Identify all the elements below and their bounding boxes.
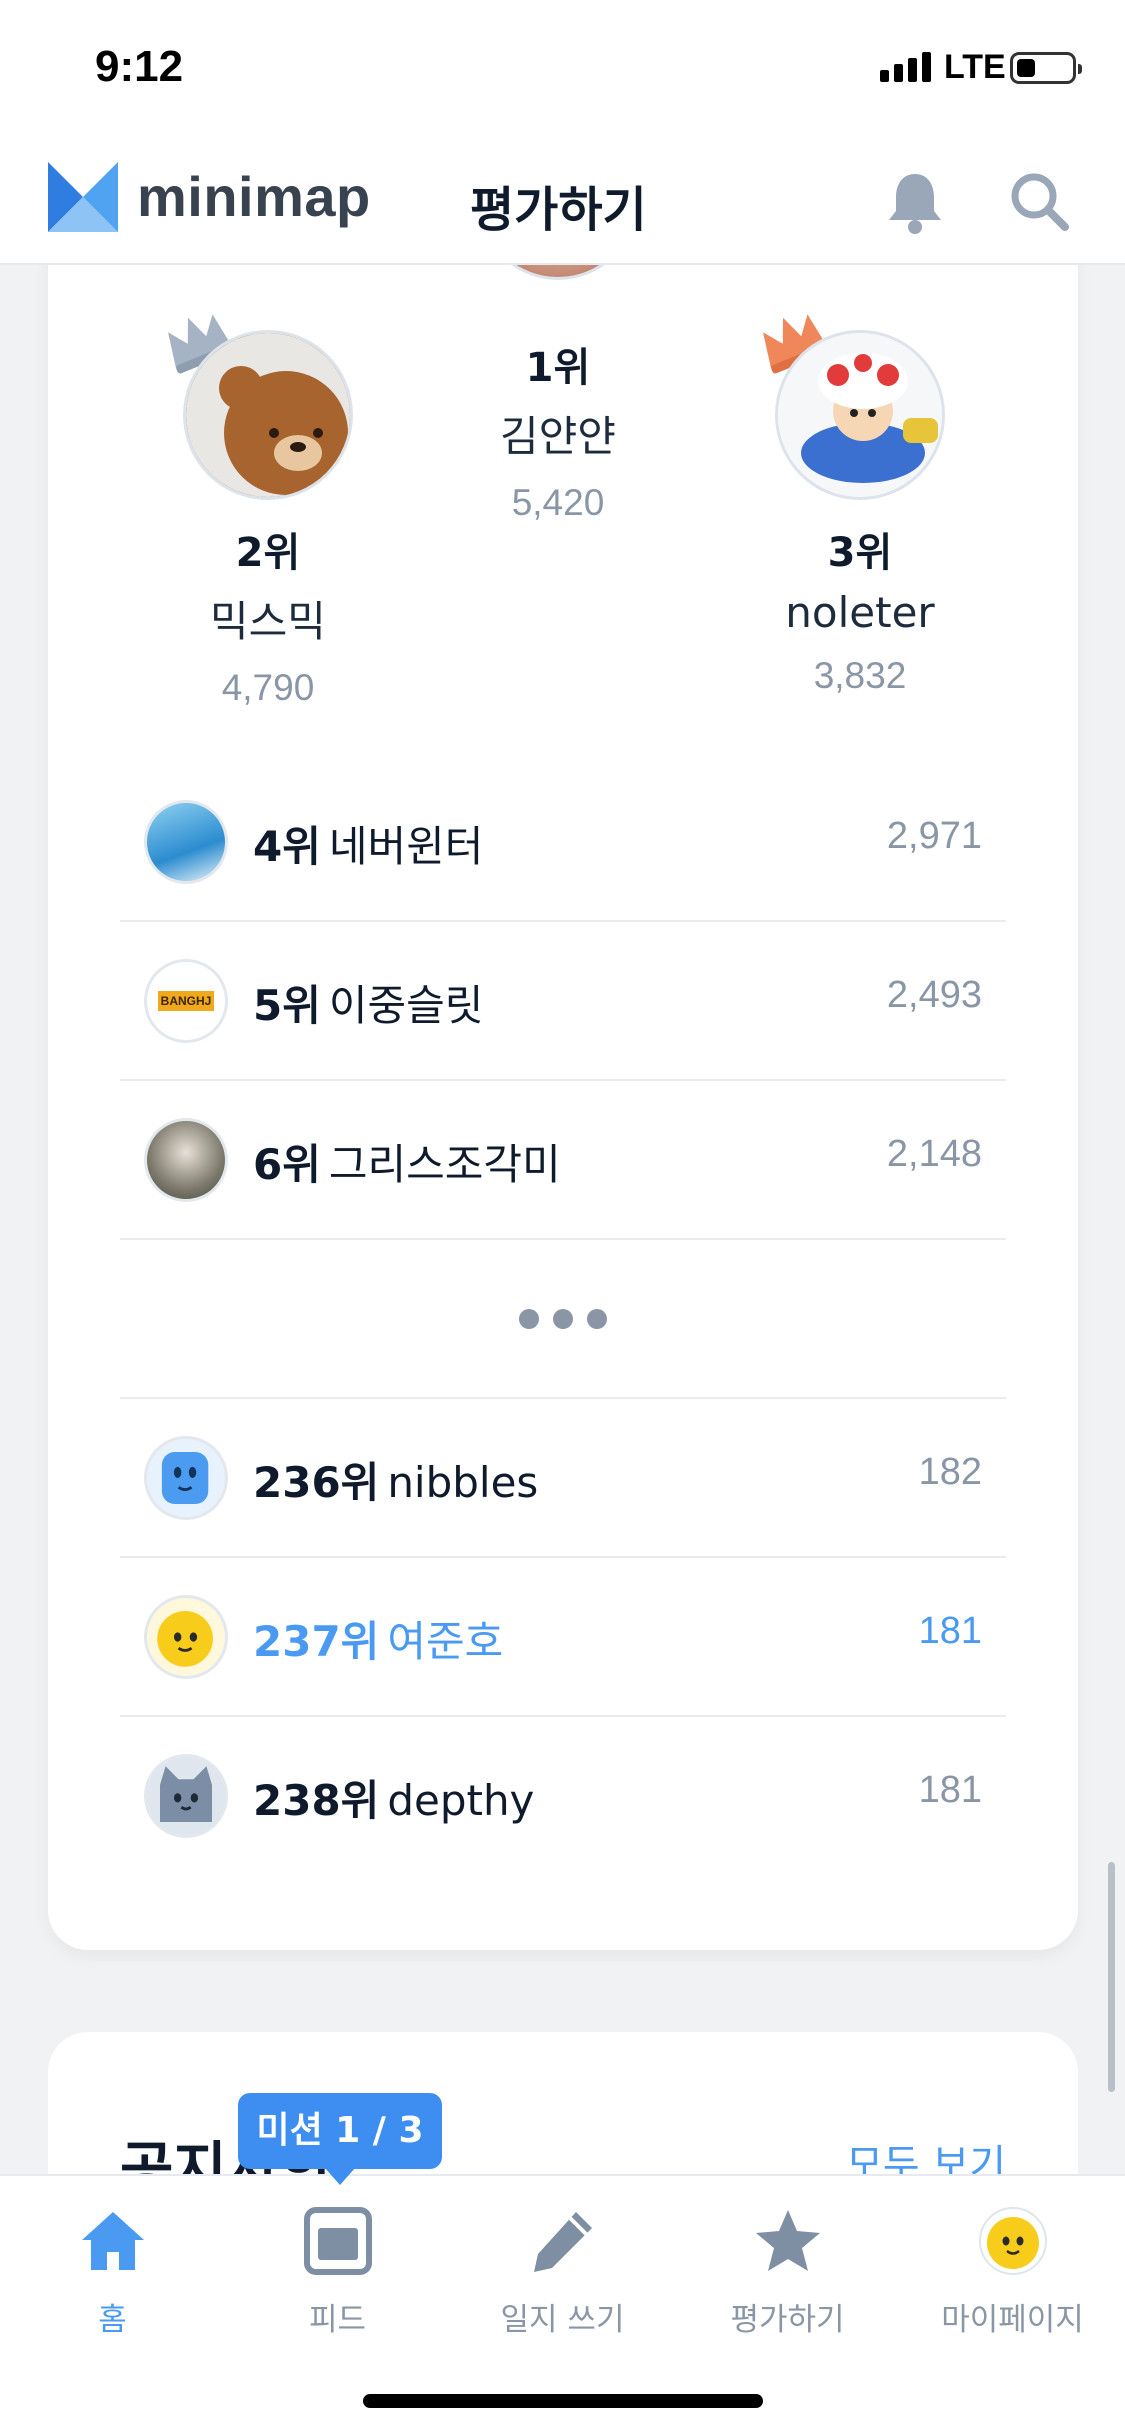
user-name: 여준호	[387, 1617, 504, 1666]
podium-score: 3,832	[813, 655, 907, 696]
podium-user-name: 믹스믹	[210, 597, 326, 646]
pencil-icon	[533, 2212, 592, 2272]
brand-name: minimap	[137, 165, 371, 228]
list-item[interactable]: 6위 그리스조각미 2,148	[120, 1081, 1006, 1240]
star-icon	[755, 2210, 820, 2271]
user-name: depthy	[387, 1776, 535, 1825]
list-item-current-user[interactable]: 237위 여준호 181	[120, 1558, 1006, 1717]
more-ellipsis-icon[interactable]	[120, 1240, 1006, 1399]
ranking-list: 4위 네버윈터 2,971 BANGHJ 5위 이중슬릿 2,493 6위 그리스조각…	[120, 763, 1006, 1876]
rank-label: 236위	[253, 1458, 380, 1507]
tab-write-journal[interactable]: 일지 쓰기	[450, 2206, 675, 2339]
list-item[interactable]: 238위 depthy 181	[120, 1717, 1006, 1876]
signal-icon	[880, 52, 931, 82]
podium-score: 4,790	[221, 667, 315, 708]
tab-label: 피드	[308, 2302, 367, 2338]
list-item[interactable]: 4위 네버윈터 2,971	[120, 763, 1006, 922]
user-score: 2,148	[886, 1133, 982, 1175]
user-score: 181	[918, 1769, 982, 1811]
podium-user-name: 김얀얀	[500, 412, 616, 461]
user-score: 181	[918, 1610, 982, 1652]
tab-label: 평가하기	[730, 2302, 845, 2338]
user-score: 2,493	[886, 974, 982, 1016]
podium-first[interactable]: 1위 김얀얀 5,420	[408, 335, 708, 524]
tab-home[interactable]: 홈	[0, 2206, 225, 2339]
user-score: 2,971	[886, 815, 982, 857]
podium-rank-label: 1위	[525, 345, 591, 391]
banghj-avatar-icon: BANGHJ	[144, 959, 228, 1043]
leaderboard-card: 1위 김얀얀 5,420 2위 믹스믹 4,790 3위 noleter 3,8…	[48, 180, 1078, 1950]
podium-rank-label: 3위	[827, 530, 893, 576]
cat-avatar-icon	[144, 1754, 228, 1838]
podium-avatar-2[interactable]	[183, 330, 353, 500]
home-indicator[interactable]	[363, 2394, 763, 2408]
tab-label: 홈	[98, 2302, 127, 2338]
minimap-logo-icon	[48, 162, 118, 232]
yellow-character-avatar-icon	[144, 1595, 228, 1679]
avatar-icon	[978, 2207, 1047, 2275]
feed-icon	[303, 2207, 372, 2275]
tab-feed[interactable]: 피드	[225, 2206, 450, 2339]
bell-icon[interactable]	[885, 170, 945, 235]
user-name: 이중슬릿	[328, 981, 484, 1030]
rank-label: 4위	[253, 822, 321, 871]
user-name: 그리스조각미	[328, 1140, 561, 1189]
list-item[interactable]: 236위 nibbles 182	[120, 1399, 1006, 1558]
status-time: 9:12	[95, 42, 184, 91]
rank-label: 237위	[253, 1617, 380, 1666]
podium-user-name: noleter	[785, 588, 935, 637]
mission-badge[interactable]: 미션 1 / 3	[238, 2093, 442, 2185]
search-icon[interactable]	[1008, 170, 1070, 232]
portrait-avatar-icon	[144, 1118, 228, 1202]
rank-label: 238위	[253, 1776, 380, 1825]
battery-icon	[1010, 52, 1082, 84]
network-label: LTE	[944, 48, 1006, 86]
avatar-badge-text: BANGHJ	[157, 991, 215, 1011]
scrollbar[interactable]	[1108, 1862, 1115, 2092]
user-name: 네버윈터	[328, 822, 484, 871]
page-title: 평가하기	[470, 182, 647, 238]
kart-character-avatar-icon	[778, 333, 942, 497]
tab-label: 마이페이지	[941, 2302, 1084, 2338]
sky-avatar-icon	[144, 800, 228, 884]
bear-avatar-icon	[186, 333, 350, 497]
podium-score: 5,420	[511, 482, 605, 523]
rank-label: 5위	[253, 981, 321, 1030]
status-bar: 9:12 LTE	[0, 0, 1125, 140]
tab-label: 일지 쓰기	[500, 2302, 625, 2338]
podium-avatar-3[interactable]	[775, 330, 945, 500]
top-nav-bar: minimap 평가하기	[0, 140, 1125, 265]
user-score: 182	[918, 1451, 982, 1493]
podium-rank-label: 2위	[235, 530, 301, 576]
podium-third[interactable]: 3위 noleter 3,832	[710, 520, 1010, 697]
home-icon	[81, 2212, 144, 2270]
tab-my-page[interactable]: 마이페이지	[900, 2206, 1125, 2339]
tab-evaluate[interactable]: 평가하기	[675, 2206, 900, 2339]
rank-label: 6위	[253, 1140, 321, 1189]
user-name: nibbles	[387, 1458, 539, 1507]
list-item[interactable]: BANGHJ 5위 이중슬릿 2,493	[120, 922, 1006, 1081]
blue-character-avatar-icon	[144, 1436, 228, 1520]
podium-second[interactable]: 2위 믹스믹 4,790	[118, 520, 418, 709]
